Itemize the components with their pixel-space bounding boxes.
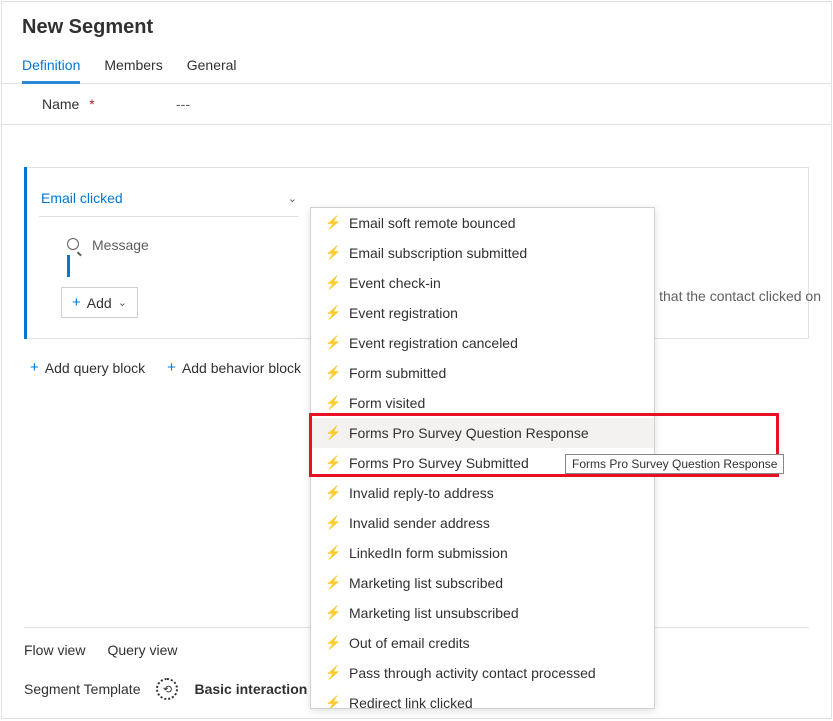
chevron-down-icon: ⌄ bbox=[118, 296, 127, 309]
menu-item-label: Redirect link clicked bbox=[349, 695, 473, 708]
lightning-icon: ⚡ bbox=[325, 305, 339, 321]
menu-item[interactable]: ⚡ Invalid reply-to address bbox=[311, 478, 654, 508]
inline-hint-text: ail that the contact clicked on bbox=[641, 288, 821, 304]
lightning-icon: ⚡ bbox=[325, 215, 339, 231]
lightning-icon: ⚡ bbox=[325, 365, 339, 381]
tab-bar: Definition Members General bbox=[2, 49, 831, 84]
add-condition-label: Add bbox=[87, 295, 112, 311]
menu-item-label: Marketing list unsubscribed bbox=[349, 605, 519, 621]
plus-icon: + bbox=[167, 359, 176, 376]
block-accent bbox=[24, 167, 27, 339]
segment-template-value[interactable]: Basic interaction bbox=[194, 681, 307, 697]
tab-definition[interactable]: Definition bbox=[22, 49, 80, 83]
menu-item[interactable]: ⚡ Out of email credits bbox=[311, 628, 654, 658]
lightning-icon: ⚡ bbox=[325, 425, 339, 441]
menu-item-label: Form submitted bbox=[349, 365, 446, 381]
menu-item[interactable]: ⚡ Form visited bbox=[311, 388, 654, 418]
menu-item[interactable]: ⚡ Email subscription submitted bbox=[311, 238, 654, 268]
menu-item[interactable]: ⚡ Marketing list subscribed bbox=[311, 568, 654, 598]
menu-item[interactable]: ⚡ Email soft remote bounced bbox=[311, 208, 654, 238]
lightning-icon: ⚡ bbox=[325, 605, 339, 621]
menu-item-label: Form visited bbox=[349, 395, 425, 411]
required-marker: * bbox=[89, 96, 94, 112]
lightning-icon: ⚡ bbox=[325, 515, 339, 531]
tooltip: Forms Pro Survey Question Response bbox=[565, 454, 784, 474]
lightning-icon: ⚡ bbox=[325, 455, 339, 471]
menu-item-label: Email soft remote bounced bbox=[349, 215, 516, 231]
message-label: Message bbox=[92, 237, 149, 253]
plus-icon: + bbox=[72, 294, 81, 311]
menu-item[interactable]: ⚡ Event registration bbox=[311, 298, 654, 328]
page-title: New Segment bbox=[2, 2, 831, 49]
segment-template-label: Segment Template bbox=[24, 681, 140, 697]
lightning-icon: ⚡ bbox=[325, 665, 339, 681]
tab-members[interactable]: Members bbox=[104, 49, 162, 83]
flow-view-link[interactable]: Flow view bbox=[24, 642, 85, 658]
menu-item-label: Marketing list subscribed bbox=[349, 575, 503, 591]
menu-item-label: Forms Pro Survey Question Response bbox=[349, 425, 589, 441]
chevron-down-icon: ⌄ bbox=[288, 192, 297, 205]
menu-item[interactable]: ⚡ Event registration canceled bbox=[311, 328, 654, 358]
name-field-row: Name * --- bbox=[2, 84, 831, 125]
lightning-icon: ⚡ bbox=[325, 485, 339, 501]
lightning-icon: ⚡ bbox=[325, 695, 339, 708]
menu-item-label: Invalid sender address bbox=[349, 515, 490, 531]
lightning-icon: ⚡ bbox=[325, 545, 339, 561]
plus-icon: + bbox=[30, 359, 39, 376]
add-condition-button[interactable]: + Add ⌄ bbox=[61, 287, 138, 318]
lightning-icon: ⚡ bbox=[325, 575, 339, 591]
menu-item[interactable]: ⚡ Pass through activity contact processed bbox=[311, 658, 654, 688]
search-icon bbox=[67, 237, 84, 253]
tab-general[interactable]: General bbox=[187, 49, 237, 83]
menu-item[interactable]: ⚡ Event check-in bbox=[311, 268, 654, 298]
menu-item[interactable]: ⚡ Marketing list unsubscribed bbox=[311, 598, 654, 628]
lightning-icon: ⚡ bbox=[325, 335, 339, 351]
menu-item[interactable]: ⚡ Forms Pro Survey Question Response bbox=[311, 418, 654, 448]
menu-item[interactable]: ⚡ Form submitted bbox=[311, 358, 654, 388]
menu-item-label: Invalid reply-to address bbox=[349, 485, 494, 501]
menu-item-label: Forms Pro Survey Submitted bbox=[349, 455, 529, 471]
add-query-block-button[interactable]: + Add query block bbox=[30, 359, 145, 376]
name-value[interactable]: --- bbox=[176, 96, 190, 112]
menu-item[interactable]: ⚡ Invalid sender address bbox=[311, 508, 654, 538]
menu-item-label: Pass through activity contact processed bbox=[349, 665, 596, 681]
menu-item-label: Event registration canceled bbox=[349, 335, 518, 351]
add-behavior-block-button[interactable]: + Add behavior block bbox=[167, 359, 301, 376]
menu-item-label: LinkedIn form submission bbox=[349, 545, 508, 561]
template-icon: ⟲ bbox=[156, 678, 178, 700]
menu-item[interactable]: ⚡ Redirect link clicked bbox=[311, 688, 654, 708]
menu-item-label: Event registration bbox=[349, 305, 458, 321]
behavior-dropdown-value: Email clicked bbox=[41, 190, 123, 206]
menu-item[interactable]: ⚡ LinkedIn form submission bbox=[311, 538, 654, 568]
query-view-link[interactable]: Query view bbox=[107, 642, 177, 658]
name-label: Name * bbox=[42, 96, 162, 112]
menu-item-label: Email subscription submitted bbox=[349, 245, 527, 261]
behavior-dropdown[interactable]: Email clicked ⌄ bbox=[39, 184, 299, 217]
menu-item-label: Event check-in bbox=[349, 275, 441, 291]
menu-item-label: Out of email credits bbox=[349, 635, 470, 651]
lightning-icon: ⚡ bbox=[325, 245, 339, 261]
lightning-icon: ⚡ bbox=[325, 275, 339, 291]
message-accent bbox=[67, 255, 70, 277]
lightning-icon: ⚡ bbox=[325, 395, 339, 411]
lightning-icon: ⚡ bbox=[325, 635, 339, 651]
